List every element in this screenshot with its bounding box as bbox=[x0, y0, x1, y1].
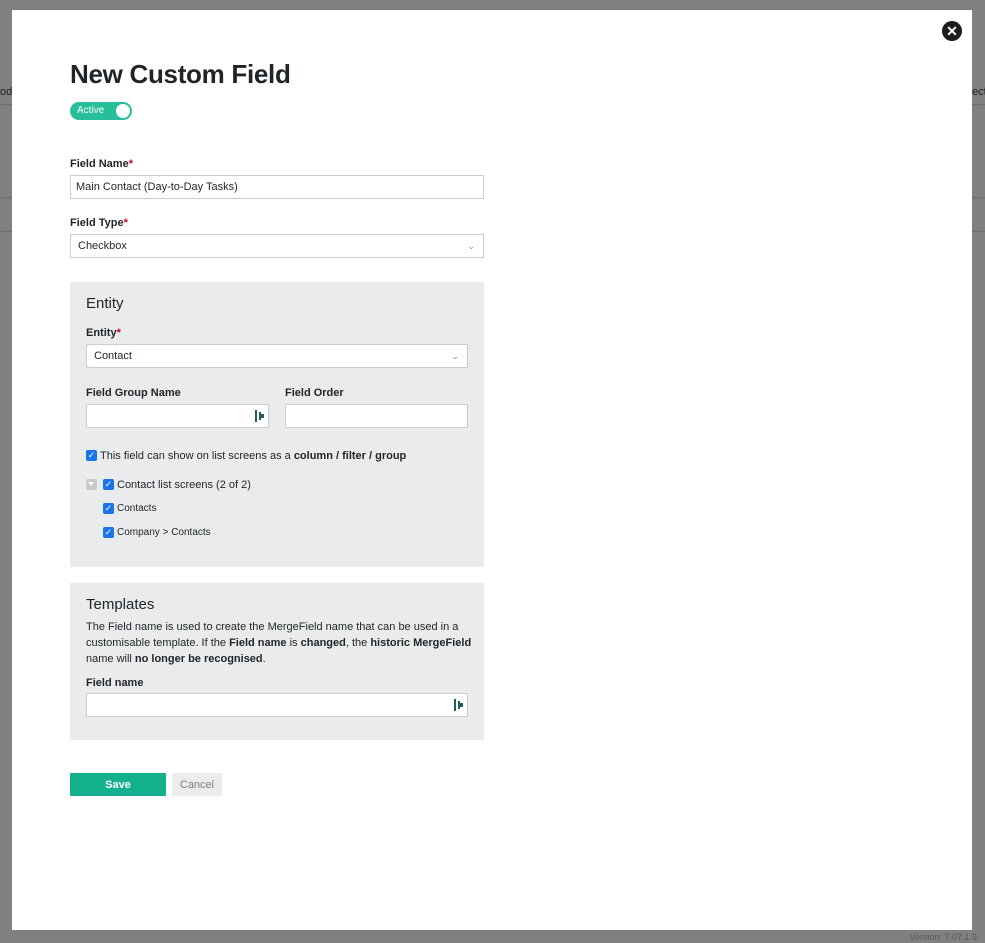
screen-company-contacts-label: Company > Contacts bbox=[117, 527, 211, 538]
field-picker-icon[interactable] bbox=[454, 699, 463, 711]
entity-label-text: Entity bbox=[86, 327, 117, 339]
cancel-button[interactable]: Cancel bbox=[172, 773, 222, 796]
screen-company-contacts-checkbox[interactable]: ✓ bbox=[103, 527, 114, 538]
caret-down-icon[interactable] bbox=[86, 479, 97, 490]
show-on-list-text-bold: column / filter / group bbox=[293, 450, 407, 462]
field-order-label: Field Order bbox=[285, 387, 344, 399]
background-divider bbox=[972, 197, 985, 198]
desc-bold: historic MergeField bbox=[370, 637, 472, 649]
desc-text: . bbox=[262, 653, 266, 665]
background-divider bbox=[0, 104, 12, 105]
background-divider bbox=[0, 231, 12, 232]
checkmark-icon: ✓ bbox=[104, 479, 113, 489]
custom-field-modal: ✕ New Custom Field Active Field Name* Ma… bbox=[12, 10, 972, 930]
template-field-name-label: Field name bbox=[86, 677, 144, 689]
desc-text: name will bbox=[86, 653, 135, 665]
templates-panel: Templates The Field name is used to crea… bbox=[70, 583, 484, 740]
field-name-input[interactable]: Main Contact (Day-to-Day Tasks) bbox=[70, 175, 484, 199]
checkmark-icon: ✓ bbox=[104, 527, 113, 537]
required-mark: * bbox=[128, 158, 133, 170]
background-text-right: ect bbox=[972, 86, 985, 98]
toggle-knob bbox=[116, 104, 130, 118]
field-name-label: Field Name* bbox=[70, 158, 133, 170]
background-divider bbox=[972, 231, 985, 232]
close-icon[interactable]: ✕ bbox=[942, 21, 962, 41]
field-type-label-text: Field Type bbox=[70, 217, 124, 229]
entity-value: Contact bbox=[94, 350, 132, 362]
template-field-name-input[interactable] bbox=[86, 693, 468, 717]
field-type-value: Checkbox bbox=[78, 240, 127, 252]
show-on-list-checkbox[interactable]: ✓ bbox=[86, 450, 97, 461]
screen-contacts-label: Contacts bbox=[117, 503, 157, 514]
templates-panel-title: Templates bbox=[86, 596, 155, 613]
checkmark-icon: ✓ bbox=[104, 503, 113, 513]
desc-text: is bbox=[286, 637, 301, 649]
active-toggle[interactable]: Active bbox=[70, 102, 132, 120]
entity-panel-title: Entity bbox=[86, 295, 124, 312]
entity-label: Entity* bbox=[86, 327, 121, 339]
field-name-label-text: Field Name bbox=[70, 158, 129, 170]
version-label: Version: 7.07.1 9 bbox=[909, 932, 977, 942]
contact-list-screens-label: Contact list screens (2 of 2) bbox=[117, 479, 251, 491]
field-picker-icon[interactable] bbox=[255, 410, 264, 422]
show-on-list-text-prefix: This field can show on list screens as a bbox=[100, 450, 294, 462]
field-order-input[interactable] bbox=[285, 404, 468, 428]
required-mark: * bbox=[116, 327, 121, 339]
show-on-list-text: This field can show on list screens as a… bbox=[100, 450, 406, 462]
entity-panel: Entity Entity* Contact ⌄ Field Group Nam… bbox=[70, 282, 484, 567]
modal-title: New Custom Field bbox=[70, 59, 291, 89]
desc-text: , the bbox=[345, 637, 371, 649]
desc-bold: no longer be recognised bbox=[134, 653, 263, 665]
field-group-name-input[interactable] bbox=[86, 404, 269, 428]
checkmark-icon: ✓ bbox=[87, 450, 96, 460]
templates-description: The Field name is used to create the Mer… bbox=[86, 619, 476, 667]
field-group-name-label: Field Group Name bbox=[86, 387, 181, 399]
chevron-down-icon: ⌄ bbox=[467, 241, 475, 251]
active-toggle-label: Active bbox=[77, 105, 105, 116]
field-name-value: Main Contact (Day-to-Day Tasks) bbox=[76, 181, 238, 193]
screen-contacts-checkbox[interactable]: ✓ bbox=[103, 503, 114, 514]
entity-select[interactable]: Contact ⌄ bbox=[86, 344, 468, 368]
desc-bold: changed bbox=[300, 637, 346, 649]
field-type-label: Field Type* bbox=[70, 217, 128, 229]
contact-list-screens-checkbox[interactable]: ✓ bbox=[103, 479, 114, 490]
background-divider bbox=[0, 197, 12, 198]
save-button[interactable]: Save bbox=[70, 773, 166, 796]
background-divider bbox=[972, 104, 985, 105]
chevron-down-icon: ⌄ bbox=[451, 351, 459, 361]
field-type-select[interactable]: Checkbox ⌄ bbox=[70, 234, 484, 258]
required-mark: * bbox=[123, 217, 128, 229]
desc-bold: Field name bbox=[229, 637, 287, 649]
